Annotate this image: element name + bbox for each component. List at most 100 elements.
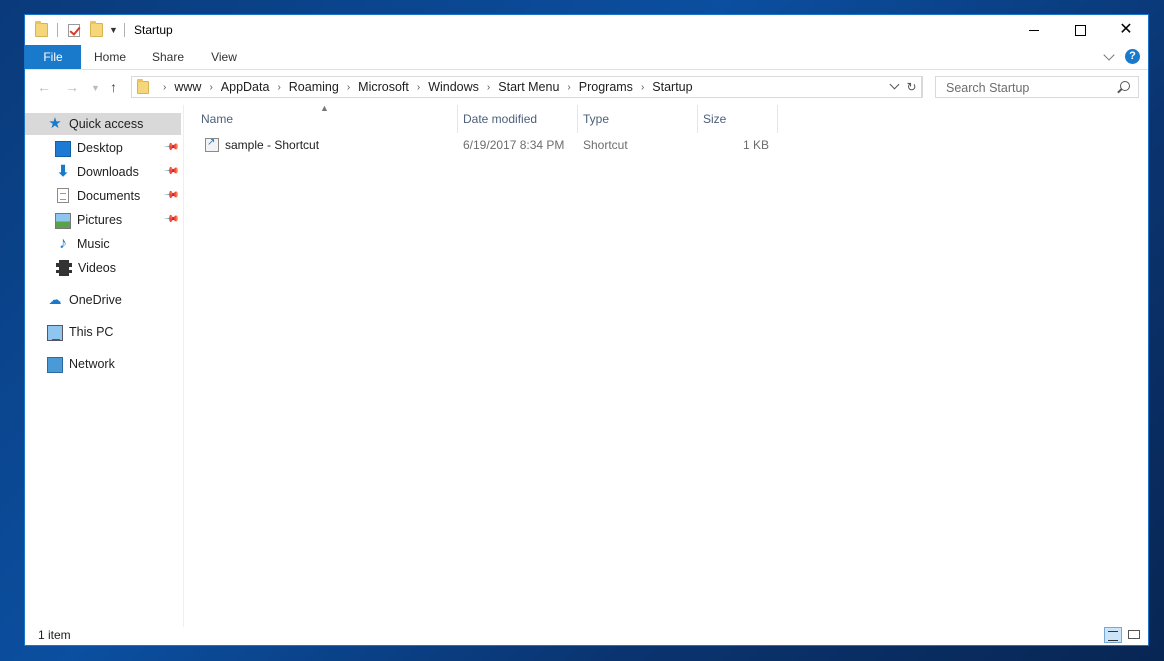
pin-icon[interactable]: 📌 [162, 187, 179, 204]
chevron-right-icon[interactable]: › [347, 82, 350, 93]
column-header-type[interactable]: Type [583, 105, 695, 133]
chevron-right-icon[interactable]: › [277, 82, 280, 93]
close-button[interactable]: ✕ [1103, 15, 1148, 45]
sidebar-item-label: Videos [78, 261, 116, 275]
column-divider[interactable] [577, 105, 578, 133]
crumb-microsoft[interactable]: Microsoft [358, 80, 409, 94]
navigation-pane: ★ Quick access Desktop 📌 ⬇ Downloads 📌 D… [25, 105, 184, 627]
quick-access-toolbar: ▼ [35, 21, 125, 39]
status-bar: 1 item [25, 625, 1148, 645]
column-header-date-modified[interactable]: Date modified [463, 105, 575, 133]
computer-icon [47, 324, 63, 341]
new-folder-icon[interactable] [90, 21, 103, 37]
crumb-start-menu[interactable]: Start Menu [498, 80, 559, 94]
sidebar-item-downloads[interactable]: ⬇ Downloads 📌 [25, 161, 181, 183]
music-icon: ♪ [59, 235, 67, 252]
maximize-icon [1074, 24, 1086, 36]
sidebar-item-label: Music [77, 237, 110, 251]
tab-home[interactable]: Home [85, 45, 135, 69]
up-icon[interactable]: ↑ [110, 79, 117, 95]
breadcrumb: › www › AppData › Roaming › Microsoft › … [155, 80, 693, 94]
sidebar-item-network[interactable]: Network [25, 353, 181, 375]
crumb-appdata[interactable]: AppData [221, 80, 270, 94]
chevron-right-icon[interactable]: › [487, 82, 490, 93]
maximize-button[interactable] [1057, 15, 1103, 45]
ribbon-controls: ? [1103, 48, 1140, 64]
sidebar-item-pictures[interactable]: Pictures 📌 [25, 209, 181, 231]
crumb-startup[interactable]: Startup [652, 80, 692, 94]
search-icon[interactable] [1120, 81, 1130, 91]
folder-icon [137, 78, 149, 94]
sidebar-item-label: OneDrive [69, 293, 122, 307]
sidebar-item-label: Network [69, 357, 115, 371]
file-name-cell: sample - Shortcut [205, 137, 320, 152]
search-input[interactable] [944, 80, 1108, 96]
network-icon [47, 357, 63, 373]
tab-view[interactable]: View [199, 45, 249, 69]
close-icon: ✕ [1119, 21, 1133, 38]
sidebar-item-onedrive[interactable]: ☁ OneDrive [25, 289, 181, 311]
help-icon[interactable]: ? [1125, 49, 1140, 64]
crumb-windows[interactable]: Windows [428, 80, 479, 94]
sidebar-item-documents[interactable]: Documents 📌 [25, 185, 181, 207]
file-name: sample - Shortcut [225, 138, 320, 152]
chevron-right-icon[interactable]: › [641, 82, 644, 93]
chevron-right-icon: › [163, 81, 167, 93]
pin-icon[interactable]: 📌 [162, 139, 179, 156]
properties-icon[interactable] [68, 23, 80, 37]
sidebar-item-videos[interactable]: Videos [25, 257, 181, 279]
crumb-programs[interactable]: Programs [579, 80, 633, 94]
table-row[interactable]: sample - Shortcut 6/19/2017 8:34 PM Shor… [201, 135, 781, 157]
crumb-www[interactable]: www [174, 80, 201, 94]
address-history-icon[interactable] [889, 79, 900, 90]
recent-locations-icon[interactable]: ▼ [91, 83, 100, 93]
file-type: Shortcut [583, 138, 628, 152]
sidebar-item-music[interactable]: ♪ Music [25, 233, 181, 255]
explorer-window: ▼ Startup ✕ File Home Share View ? ← → ▼… [24, 14, 1149, 646]
sidebar-item-this-pc[interactable]: This PC [25, 321, 181, 343]
large-icons-view-icon[interactable] [1126, 627, 1144, 643]
navigation-bar: ← → ▼ ↑ › www › AppData › Roaming › Micr… [25, 70, 1148, 104]
sidebar-item-label: Pictures [77, 213, 123, 227]
chevron-right-icon[interactable]: › [417, 82, 420, 93]
sidebar-item-desktop[interactable]: Desktop 📌 [25, 137, 181, 159]
file-date: 6/19/2017 8:34 PM [463, 138, 565, 152]
ribbon-tabs: File Home Share View ? [25, 45, 1148, 70]
minimize-button[interactable] [1011, 15, 1057, 45]
minimize-icon [1029, 29, 1039, 31]
customize-toolbar-icon[interactable]: ▼ [109, 25, 118, 35]
tab-share[interactable]: Share [143, 45, 193, 69]
sidebar-item-quick-access[interactable]: ★ Quick access [25, 113, 181, 135]
folder-icon [35, 21, 48, 37]
sidebar-item-label: Quick access [69, 117, 144, 131]
picture-icon [55, 213, 71, 229]
toolbar-divider [57, 23, 58, 37]
document-icon [55, 188, 71, 204]
pin-icon[interactable]: 📌 [162, 211, 179, 228]
column-divider[interactable] [457, 105, 458, 133]
chevron-right-icon[interactable]: › [209, 82, 212, 93]
address-bar[interactable]: › www › AppData › Roaming › Microsoft › … [131, 76, 923, 98]
sidebar-item-label: Downloads [77, 165, 139, 179]
column-divider[interactable] [697, 105, 698, 133]
expand-ribbon-icon[interactable] [1103, 48, 1115, 61]
back-icon[interactable]: ← [37, 79, 51, 95]
sidebar-item-label: Desktop [77, 141, 123, 155]
column-header-name[interactable]: Name [201, 105, 457, 133]
column-header-size[interactable]: Size [703, 105, 775, 133]
crumb-roaming[interactable]: Roaming [289, 80, 339, 94]
tab-file[interactable]: File [25, 45, 81, 69]
shortcut-icon [205, 137, 219, 152]
toolbar-divider [123, 23, 125, 37]
forward-icon[interactable]: → [65, 79, 79, 95]
search-box[interactable] [935, 76, 1139, 98]
pin-icon[interactable]: 📌 [162, 163, 179, 180]
refresh-button[interactable]: ↻ [902, 76, 922, 98]
file-size: 1 KB [742, 138, 769, 152]
file-list: ▲ Name Date modified Type Size sample - … [185, 103, 1148, 627]
details-view-icon[interactable] [1104, 627, 1122, 643]
cloud-icon: ☁ [48, 292, 62, 307]
chevron-right-icon[interactable]: › [567, 82, 570, 93]
item-count: 1 item [38, 628, 71, 642]
column-divider[interactable] [777, 105, 778, 133]
